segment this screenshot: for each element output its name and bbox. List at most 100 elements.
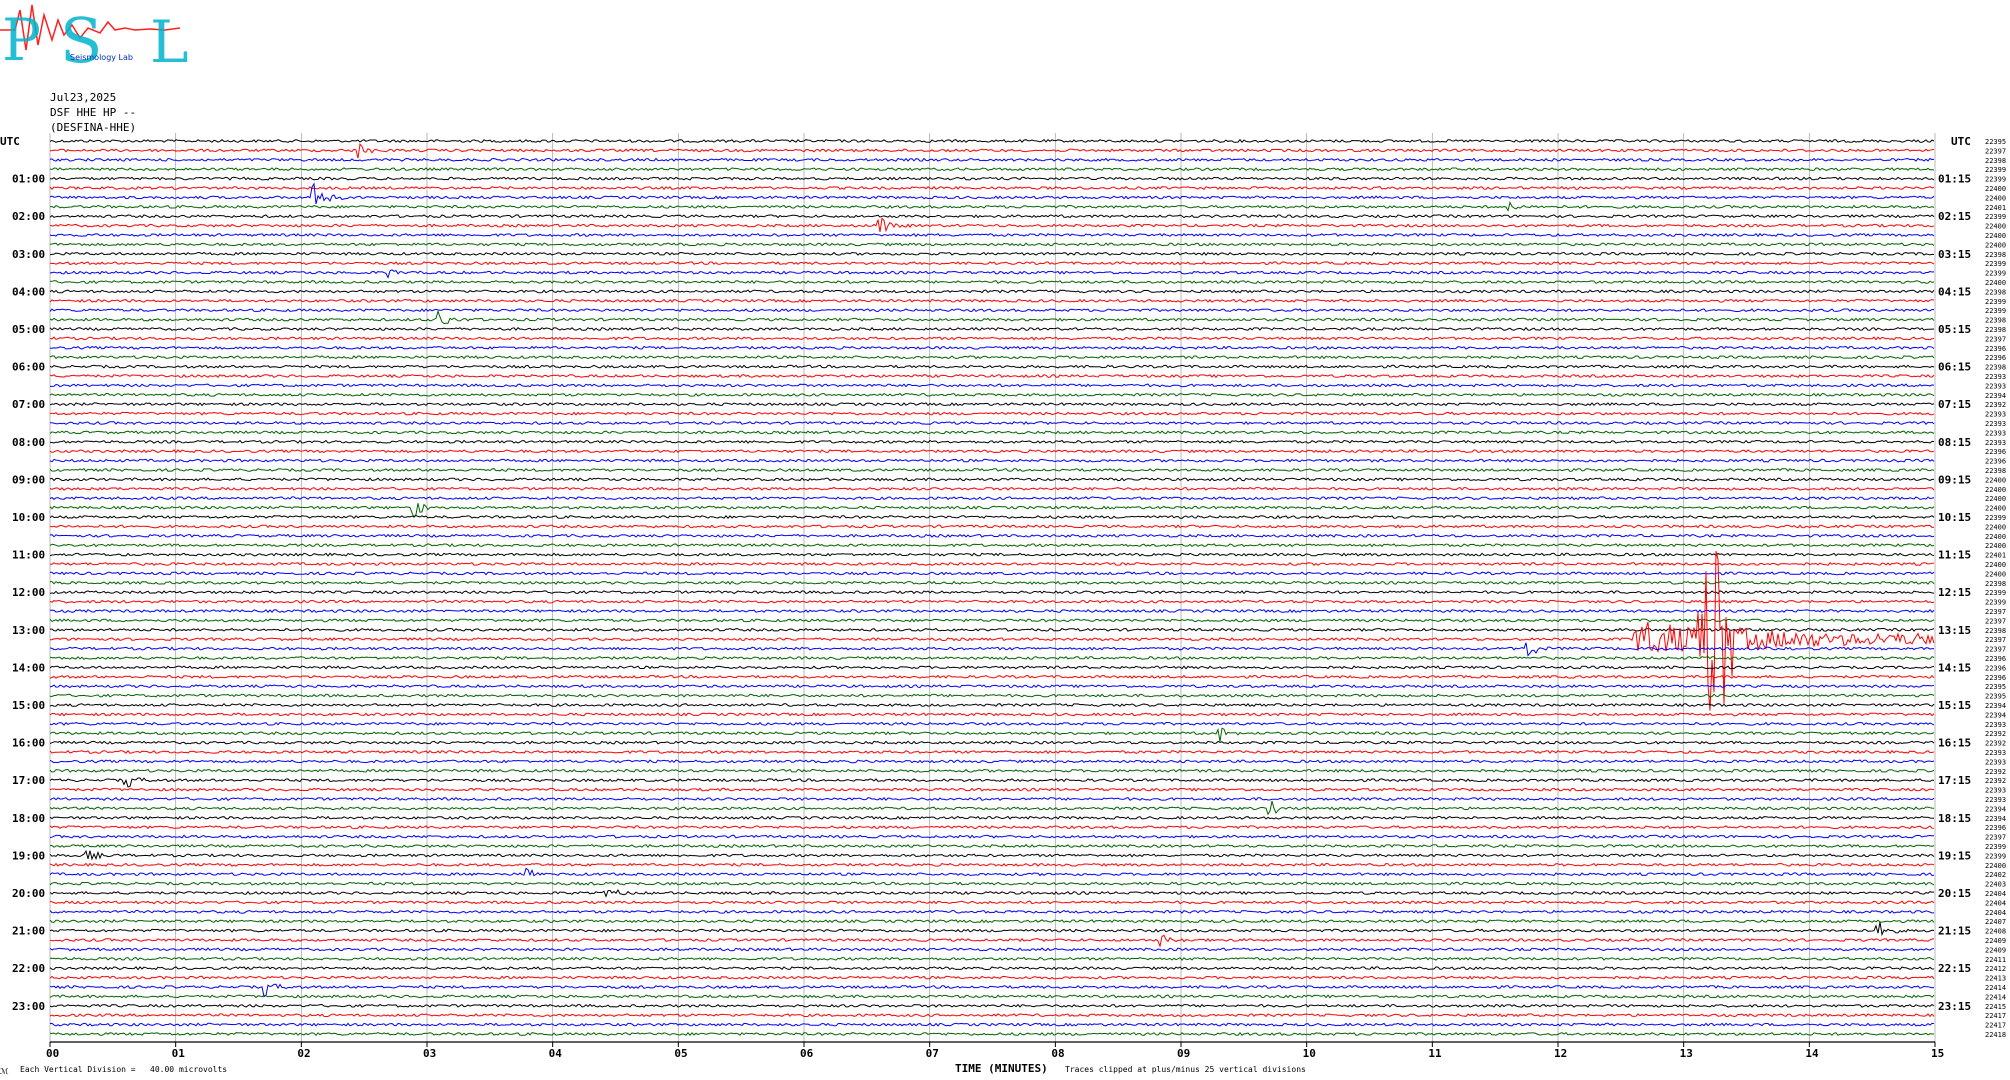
right-baseline-value: 22392 [1985,777,2006,785]
left-hour-label: 23:00 [12,1000,45,1013]
trace-3 [49,167,1935,172]
right-baseline-value: 22395 [1985,138,2006,146]
trace-61 [49,712,1935,717]
trace-19 [49,309,1935,325]
trace-39 [49,503,1935,519]
trace-30 [49,420,1935,426]
left-hour-label: 18:00 [12,812,45,825]
right-baseline-value: 22417 [1985,1022,2006,1030]
left-hour-label: 04:00 [12,285,45,298]
trace-12 [49,251,1935,256]
x-tick-label-07: 07 [926,1047,939,1060]
trace-52 [50,627,1935,632]
right-baseline-value: 22392 [1985,768,2006,776]
right-baseline-value: 22397 [1985,335,2006,343]
right-hour-label: 01:15 [1938,173,1971,186]
trace-91 [49,994,1935,999]
right-baseline-value: 22397 [1985,617,2006,625]
trace-86 [49,947,1935,952]
x-tick-label-13: 13 [1680,1047,1693,1060]
trace-90 [49,983,1935,998]
x-tick-label-08: 08 [1051,1047,1064,1060]
left-axis-label: UTC [0,135,20,148]
right-baseline-value: 22399 [1985,852,2006,860]
right-baseline-value: 22398 [1985,627,2006,635]
x-tick-label-14: 14 [1805,1047,1819,1060]
trace-1 [49,143,1935,159]
right-hour-label: 06:15 [1938,361,1971,374]
right-baseline-value: 22400 [1985,241,2006,249]
right-hour-label: 20:15 [1938,887,1971,900]
left-hour-label: 03:00 [12,248,45,261]
right-hour-label: 03:15 [1938,248,1971,261]
trace-55 [49,655,1935,661]
trace-14 [49,269,1935,279]
right-baseline-value: 22400 [1985,862,2006,870]
right-baseline-value: 22400 [1985,561,2006,569]
right-baseline-value: 22393 [1985,429,2006,437]
trace-37 [49,486,1935,491]
trace-18 [49,308,1935,313]
right-baseline-value: 22397 [1985,646,2006,654]
trace-71 [49,800,1935,816]
right-baseline-value: 22399 [1985,843,2006,851]
trace-74 [49,834,1935,839]
right-baseline-value: 22393 [1985,411,2006,419]
trace-32 [49,439,1935,444]
x-tick-label-01: 01 [172,1047,186,1060]
right-baseline-value: 22393 [1985,721,2006,729]
trace-77 [49,862,1935,867]
trace-87 [49,956,1935,961]
right-baseline-value: 22400 [1985,523,2006,531]
right-baseline-value: 22398 [1985,326,2006,334]
trace-70 [49,796,1935,801]
trace-8 [49,214,1935,219]
right-baseline-value: 22395 [1985,683,2006,691]
trace-40 [49,515,1935,520]
left-hour-label: 21:00 [12,925,45,938]
trace-56 [49,665,1935,670]
corner-mark: ℳ [0,1067,9,1076]
right-baseline-value: 22400 [1985,185,2006,193]
right-hour-label: 10:15 [1938,511,1971,524]
right-baseline-value: 22396 [1985,655,2006,663]
trace-9 [49,217,1935,233]
right-baseline-value: 22412 [1985,965,2006,973]
right-baseline-value: 22396 [1985,458,2006,466]
left-hour-label: 22:00 [12,962,45,975]
right-hour-label: 08:15 [1938,436,1971,449]
left-hour-label: 17:00 [12,774,45,787]
right-baseline-value: 22396 [1985,345,2006,353]
trace-11 [49,242,1935,247]
trace-25 [49,373,1935,379]
left-hour-label: 09:00 [12,473,45,486]
trace-54 [49,642,1935,657]
right-baseline-value: 22409 [1985,946,2006,954]
right-hour-label: 14:15 [1938,661,1971,674]
right-baseline-value: 22393 [1985,420,2006,428]
right-baseline-value: 22398 [1985,580,2006,588]
right-hour-label: 05:15 [1938,323,1971,336]
trace-68 [49,777,1935,788]
trace-51 [49,618,1935,623]
right-baseline-value: 22414 [1985,993,2006,1001]
right-baseline-value: 22402 [1985,871,2006,879]
right-baseline-value: 22399 [1985,307,2006,315]
trace-58 [49,684,1935,689]
right-baseline-value: 22393 [1985,787,2006,795]
right-hour-label: 21:15 [1938,925,1971,938]
trace-0 [49,138,1935,143]
trace-29 [49,411,1935,416]
right-baseline-value: 22401 [1985,552,2006,560]
x-tick-label-02: 02 [297,1047,310,1060]
x-tick-label-06: 06 [800,1047,814,1060]
x-tick-label-10: 10 [1303,1047,1316,1060]
right-baseline-value: 22415 [1985,1003,2006,1011]
trace-33 [49,449,1935,454]
trace-65 [49,749,1935,755]
right-baseline-value: 22394 [1985,815,2006,823]
right-baseline-value: 22398 [1985,364,2006,372]
trace-79 [49,881,1935,886]
trace-63 [49,727,1935,742]
right-baseline-value: 22393 [1985,758,2006,766]
